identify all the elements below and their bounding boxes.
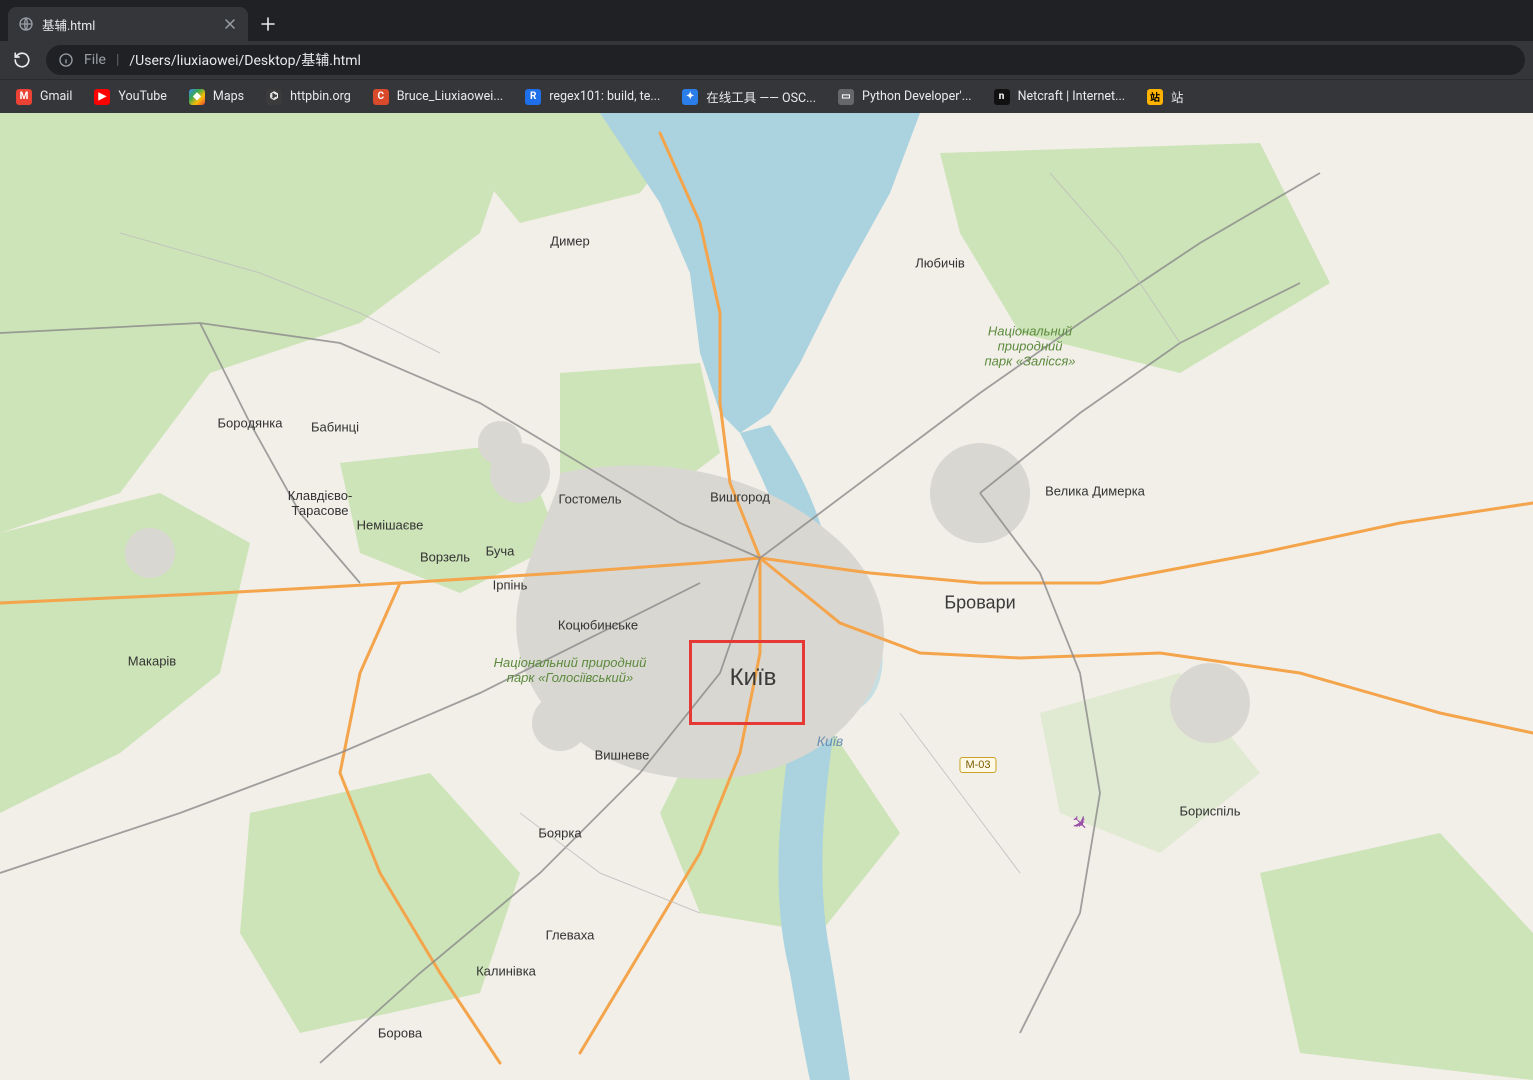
bookmark-netcraft[interactable]: n Netcraft | Internet... — [986, 84, 1133, 110]
httpbin-icon: ⌬ — [266, 89, 282, 105]
address-toolbar: File | /Users/liuxiaowei/Desktop/基辅.html — [0, 41, 1533, 79]
bookmark-label: YouTube — [118, 89, 167, 104]
python-icon: ▭ — [838, 89, 854, 105]
bookmarks-bar: M Gmail ▶ YouTube ◆ Maps ⌬ httpbin.org C… — [0, 79, 1533, 113]
maps-icon: ◆ — [189, 89, 205, 105]
new-tab-button[interactable] — [254, 10, 282, 38]
csdn-icon: C — [373, 89, 389, 105]
bookmark-maps[interactable]: ◆ Maps — [181, 84, 252, 110]
bookmark-gmail[interactable]: M Gmail — [8, 84, 80, 110]
bookmark-osc[interactable]: ✦ 在线工具 —— OSC... — [674, 82, 824, 111]
address-separator: | — [116, 52, 119, 68]
youtube-icon: ▶ — [94, 89, 110, 105]
bookmark-label: Netcraft | Internet... — [1018, 89, 1125, 104]
bookmark-label: Gmail — [40, 89, 72, 104]
zhan-icon: 站 — [1147, 89, 1163, 105]
regex101-icon: R — [525, 89, 541, 105]
osc-icon: ✦ — [682, 89, 698, 105]
browser-tab-active[interactable]: 基辅.html — [8, 7, 248, 41]
bookmark-zhan[interactable]: 站 站 — [1139, 82, 1192, 111]
bookmark-label: 在线工具 —— OSC... — [706, 87, 816, 106]
bookmark-regex101[interactable]: R regex101: build, te... — [517, 84, 668, 110]
reload-button[interactable] — [8, 46, 36, 74]
bookmark-label: Maps — [213, 89, 244, 104]
bookmark-label: regex101: build, te... — [549, 89, 660, 104]
bookmark-python[interactable]: ▭ Python Developer'... — [830, 84, 980, 110]
bookmark-httpbin[interactable]: ⌬ httpbin.org — [258, 84, 359, 110]
netcraft-icon: n — [994, 89, 1010, 105]
close-icon[interactable] — [222, 16, 238, 32]
bookmark-bruce[interactable]: C Bruce_Liuxiaowei... — [365, 84, 512, 110]
site-info-icon[interactable] — [58, 52, 74, 68]
address-path: /Users/liuxiaowei/Desktop/基辅.html — [129, 50, 361, 70]
address-bar[interactable]: File | /Users/liuxiaowei/Desktop/基辅.html — [46, 45, 1525, 75]
bookmark-label: Bruce_Liuxiaowei... — [397, 89, 504, 104]
map-viewport[interactable]: Київ Київ Бровари Димер Любичів Бородянк… — [0, 113, 1533, 1080]
map-canvas — [0, 113, 1533, 1080]
bookmark-label: 站 — [1171, 87, 1184, 106]
bookmark-label: httpbin.org — [290, 89, 351, 104]
bookmark-youtube[interactable]: ▶ YouTube — [86, 84, 175, 110]
scheme-label: File — [84, 52, 106, 68]
tab-bar: 基辅.html — [0, 0, 1533, 41]
bookmark-label: Python Developer'... — [862, 89, 972, 104]
gmail-icon: M — [16, 89, 32, 105]
tab-title: 基辅.html — [42, 15, 214, 34]
globe-icon — [18, 16, 34, 32]
